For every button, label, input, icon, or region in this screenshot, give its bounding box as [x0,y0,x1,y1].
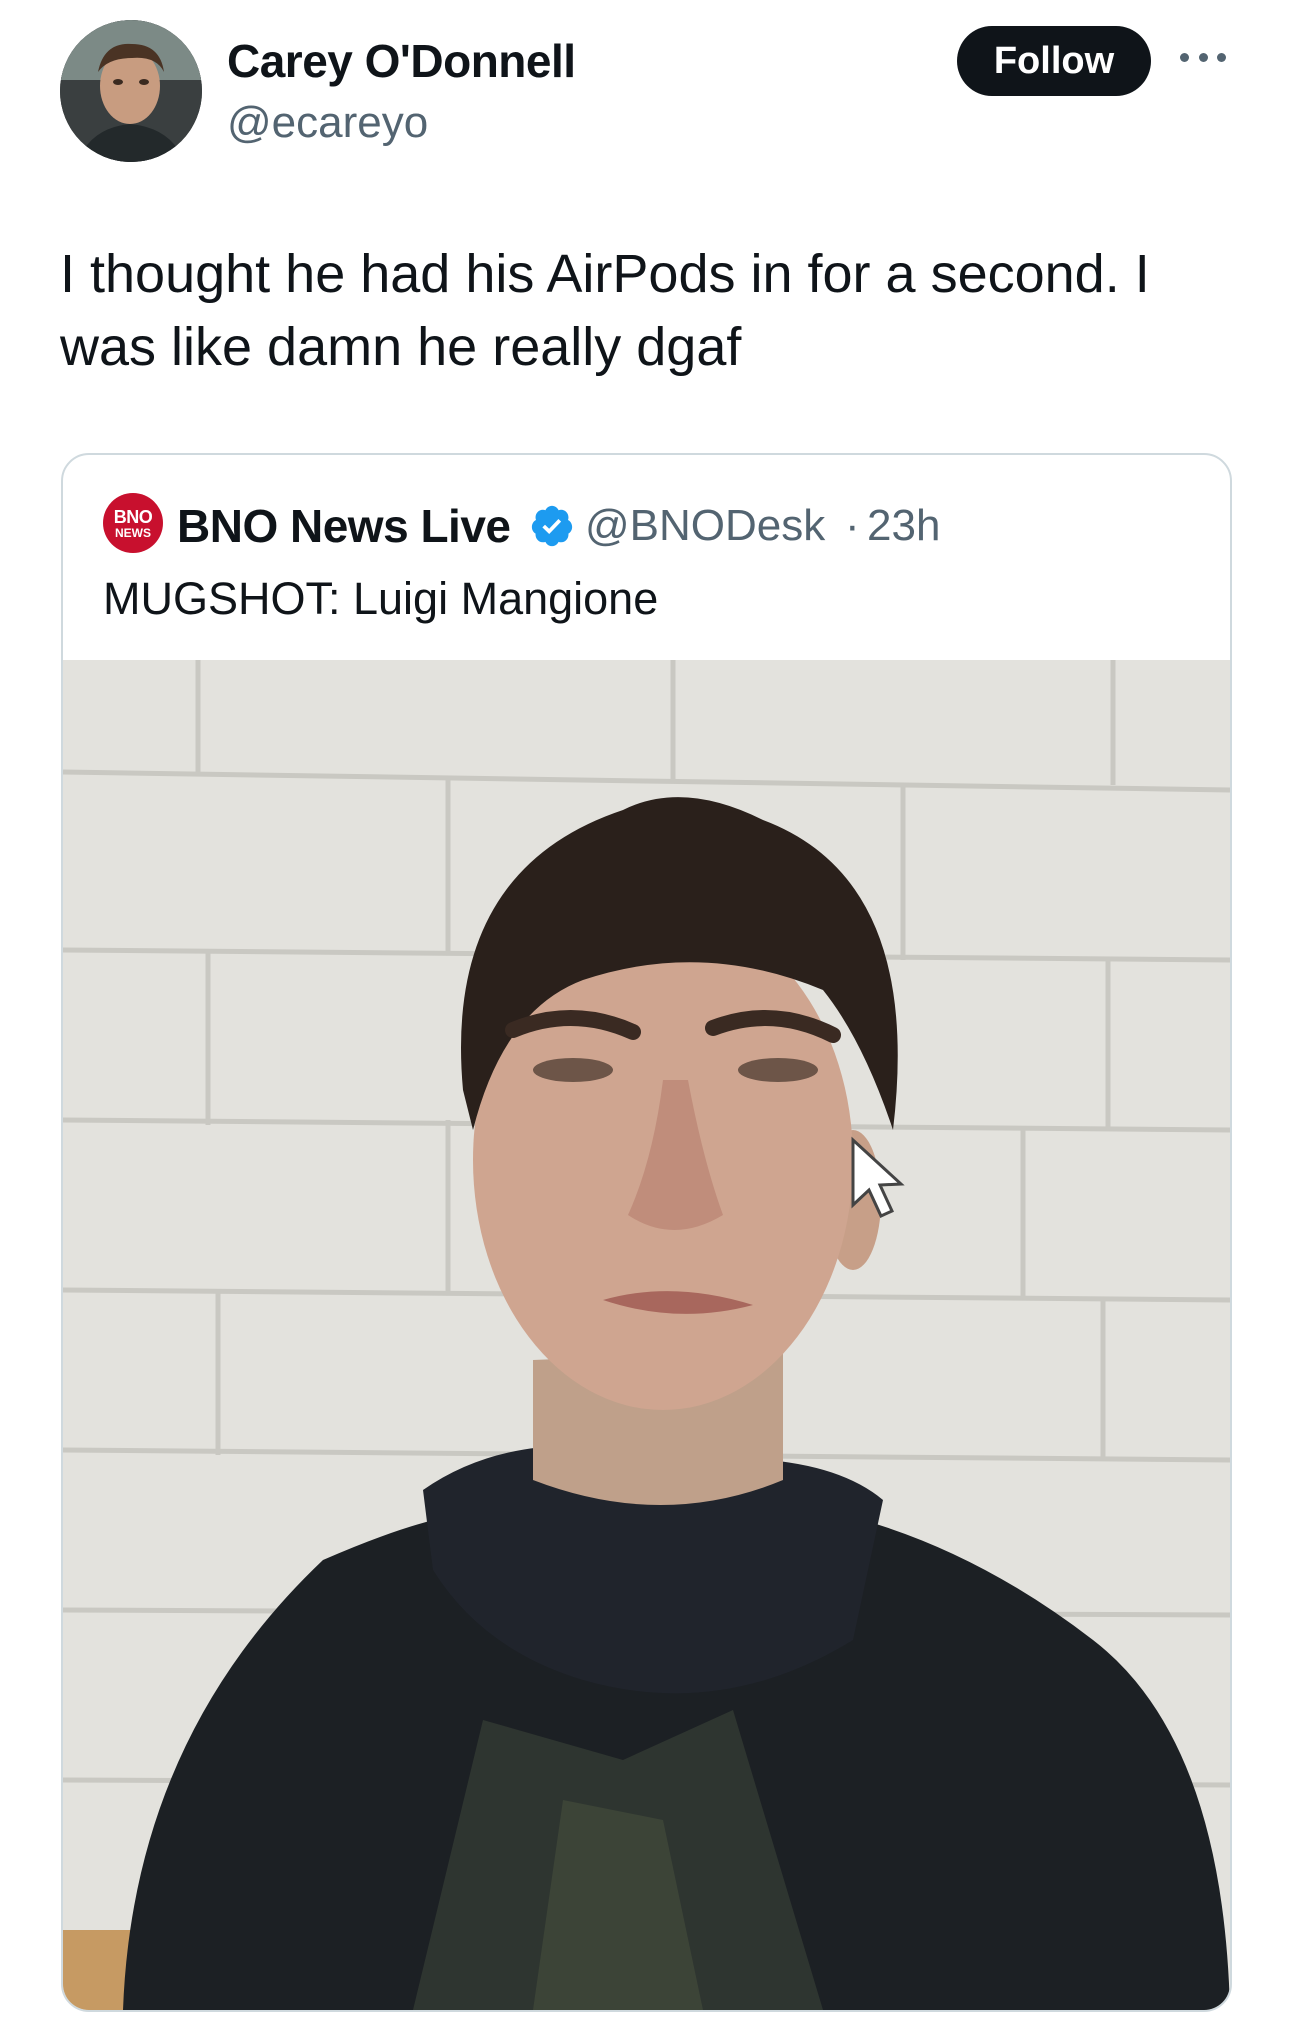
quoted-author-name: BNO News Live [177,500,511,552]
quoted-tweet-text: MUGSHOT: Luigi Mangione [103,573,659,624]
follow-button[interactable]: Follow [957,26,1151,96]
tweet: Carey O'Donnell @ecareyo Follow I though… [0,0,1290,2029]
logo-line-1: BNO [113,506,153,527]
quoted-tweet-card[interactable]: BNO NEWS BNO News Live @BNODesk · 23h MU… [61,453,1232,2012]
mugshot-photo[interactable] [63,660,1230,2010]
logo-line-2: NEWS [115,525,151,540]
author-handle[interactable]: @ecareyo [227,98,428,148]
author-name[interactable]: Carey O'Donnell [227,34,576,88]
verified-badge-icon [531,505,573,547]
bno-news-logo[interactable]: BNO NEWS [103,493,163,553]
dot-separator: · [845,501,860,550]
author-avatar[interactable] [60,20,202,162]
quoted-author-handle: @BNODesk [585,501,826,550]
quoted-timestamp[interactable]: 23h [867,501,940,551]
more-icon[interactable] [1180,50,1226,64]
tweet-text: I thought he had his AirPods in for a se… [60,244,1165,377]
